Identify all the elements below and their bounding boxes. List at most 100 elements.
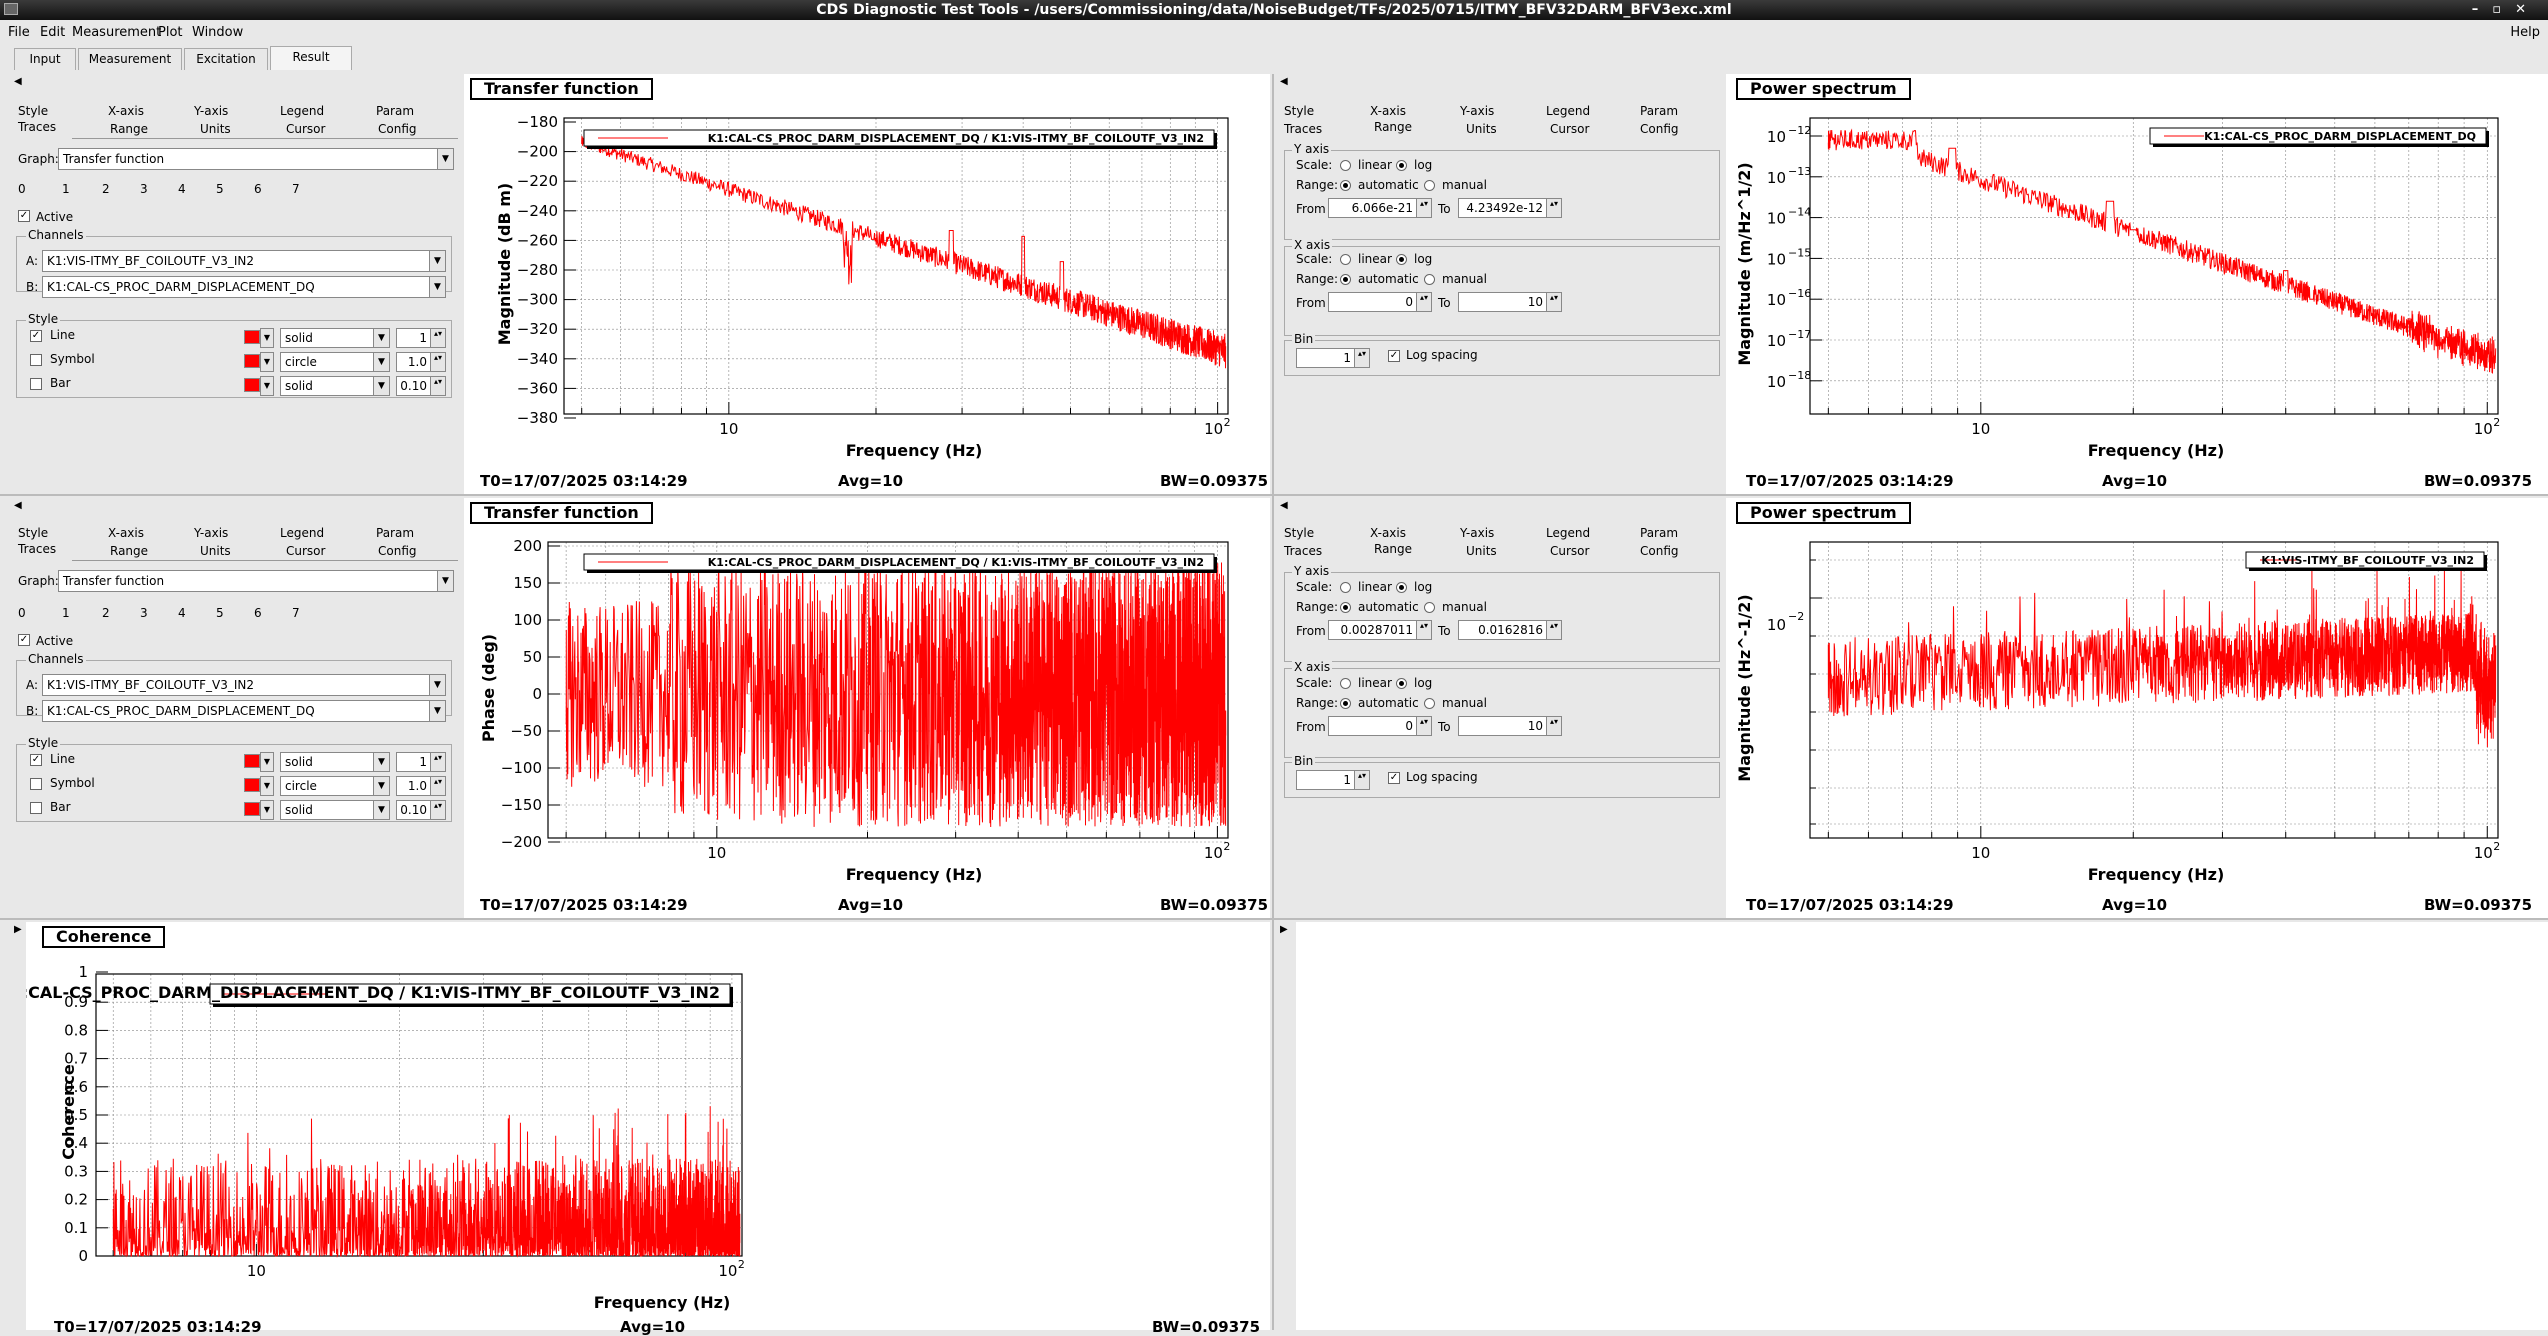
automatic-radio[interactable] (1340, 180, 1351, 191)
power-spectrum-darm-chart[interactable]: 10 −1210 −1310 −1410 −1510 −1610 −1710 −18K1:CA… (1726, 74, 2548, 474)
tab-yaxis[interactable]: Y-axis (1460, 526, 1494, 540)
tab-yaxis[interactable]: Y-axis (194, 104, 228, 118)
tab-range[interactable]: Range (1374, 120, 1412, 134)
bin-input[interactable]: 1 (1296, 770, 1370, 790)
bar-checkbox[interactable] (30, 378, 42, 390)
tab-config[interactable]: Config (1640, 122, 1679, 136)
menu-window[interactable]: Window (192, 25, 243, 40)
line-checkbox[interactable]: ✓ (30, 330, 42, 342)
tab-result[interactable]: Result (270, 46, 352, 70)
bar-width-spin[interactable]: 0.10 (396, 376, 446, 396)
manual-radio[interactable] (1424, 274, 1435, 285)
symbol-style-select[interactable]: circle ▼ (280, 352, 390, 372)
window-menu-icon[interactable] (4, 3, 18, 15)
tab-legend[interactable]: Legend (1546, 526, 1590, 540)
manual-radio[interactable] (1424, 602, 1435, 613)
tab-cursor[interactable]: Cursor (1550, 122, 1589, 136)
channel-b-select[interactable]: K1:CAL-CS_PROC_DARM_DISPLACEMENT_DQ ▼ (42, 276, 446, 298)
tab-traces[interactable]: Traces (18, 542, 56, 556)
tab-style[interactable]: Style (18, 526, 48, 540)
graph-select[interactable]: Transfer function ▼ (58, 148, 454, 170)
tab-legend[interactable]: Legend (1546, 104, 1590, 118)
chevron-down-icon[interactable]: ▼ (260, 328, 274, 348)
graph-select[interactable]: Transfer function ▼ (58, 570, 454, 592)
chevron-down-icon[interactable]: ▼ (260, 376, 274, 396)
trace-tab-6[interactable]: 6 (254, 606, 262, 620)
active-checkbox[interactable]: ✓ (18, 210, 30, 222)
tab-xaxis[interactable]: X-axis (108, 104, 144, 118)
manual-radio[interactable] (1424, 698, 1435, 709)
trace-tab-3[interactable]: 3 (140, 606, 148, 620)
trace-tab-0[interactable]: 0 (18, 182, 26, 196)
chevron-down-icon[interactable]: ▼ (260, 776, 274, 796)
yaxis-from-input[interactable]: 0.00287011 (1328, 620, 1432, 640)
menu-file[interactable]: File (8, 25, 30, 40)
collapse-arrow-icon[interactable]: ◀ (14, 500, 22, 511)
linear-radio[interactable] (1340, 678, 1351, 689)
xaxis-to-input[interactable]: 10 (1458, 716, 1562, 736)
xaxis-to-input[interactable]: 10 (1458, 292, 1562, 312)
tab-units[interactable]: Units (200, 544, 231, 558)
channel-b-select[interactable]: K1:CAL-CS_PROC_DARM_DISPLACEMENT_DQ ▼ (42, 700, 446, 722)
automatic-radio[interactable] (1340, 602, 1351, 613)
automatic-radio[interactable] (1340, 698, 1351, 709)
bin-input[interactable]: 1 (1296, 348, 1370, 368)
bar-color-swatch[interactable] (244, 378, 260, 392)
trace-tab-6[interactable]: 6 (254, 182, 262, 196)
tab-legend[interactable]: Legend (280, 104, 324, 118)
channel-a-select[interactable]: K1:VIS-ITMY_BF_COILOUTF_V3_IN2 ▼ (42, 674, 446, 696)
symbol-style-select[interactable]: circle ▼ (280, 776, 390, 796)
trace-tab-5[interactable]: 5 (216, 182, 224, 196)
line-color-swatch[interactable] (244, 754, 260, 768)
bar-style-select[interactable]: solid ▼ (280, 376, 390, 396)
log-spacing-checkbox[interactable]: ✓ (1388, 350, 1400, 362)
menu-help[interactable]: Help (2510, 25, 2540, 40)
line-style-select[interactable]: solid ▼ (280, 752, 390, 772)
symbol-checkbox[interactable] (30, 778, 42, 790)
bar-checkbox[interactable] (30, 802, 42, 814)
tab-excitation[interactable]: Excitation (184, 48, 268, 70)
window-controls[interactable]: –▫✕ (2472, 0, 2540, 20)
tab-config[interactable]: Config (378, 544, 417, 558)
coherence-chart[interactable]: 10.90.80.70.60.50.40.30.20.10K1:CAL-CS_P… (26, 922, 1270, 1322)
line-width-spin[interactable]: 1 (396, 752, 446, 772)
tab-xaxis[interactable]: X-axis (1370, 526, 1406, 540)
tab-cursor[interactable]: Cursor (1550, 544, 1589, 558)
tab-range[interactable]: Range (110, 544, 148, 558)
tab-config[interactable]: Config (1640, 544, 1679, 558)
tf-phase-chart[interactable]: 200 150 100 50 0 −50 −100 −150 −200 K1:CAL-CS_PRO… (464, 498, 1270, 898)
line-checkbox[interactable]: ✓ (30, 754, 42, 766)
tab-style[interactable]: Style (1284, 104, 1314, 118)
active-checkbox[interactable]: ✓ (18, 634, 30, 646)
collapse-arrow-icon[interactable]: ◀ (14, 76, 22, 87)
trace-tab-2[interactable]: 2 (102, 182, 110, 196)
tab-param[interactable]: Param (1640, 104, 1678, 118)
yaxis-from-input[interactable]: 6.066e-21 (1328, 198, 1432, 218)
line-color-swatch[interactable] (244, 330, 260, 344)
symbol-color-swatch[interactable] (244, 778, 260, 792)
tab-yaxis[interactable]: Y-axis (194, 526, 228, 540)
xaxis-from-input[interactable]: 0 (1328, 716, 1432, 736)
linear-radio[interactable] (1340, 160, 1351, 171)
tab-param[interactable]: Param (1640, 526, 1678, 540)
log-radio[interactable] (1396, 160, 1407, 171)
tab-range[interactable]: Range (110, 122, 148, 136)
log-radio[interactable] (1396, 254, 1407, 265)
symbol-color-swatch[interactable] (244, 354, 260, 368)
tab-traces[interactable]: Traces (1284, 544, 1322, 558)
trace-tab-0[interactable]: 0 (18, 606, 26, 620)
tab-units[interactable]: Units (1466, 544, 1497, 558)
tab-traces[interactable]: Traces (18, 120, 56, 134)
yaxis-to-input[interactable]: 0.0162816 (1458, 620, 1562, 640)
pane-divider[interactable] (0, 494, 2548, 496)
chevron-down-icon[interactable]: ▼ (260, 800, 274, 820)
trace-tab-4[interactable]: 4 (178, 606, 186, 620)
yaxis-to-input[interactable]: 4.23492e-12 (1458, 198, 1562, 218)
collapse-arrow-icon[interactable]: ◀ (1280, 500, 1288, 511)
power-spectrum-vis-chart[interactable]: 10 −2K1:VIS-ITMY_BF_COILOUTF_V3_IN210 10 2F… (1726, 498, 2548, 898)
trace-tab-1[interactable]: 1 (62, 606, 70, 620)
expand-arrow-icon[interactable]: ▶ (1280, 924, 1288, 935)
tab-input[interactable]: Input (14, 48, 76, 70)
collapse-arrow-icon[interactable]: ◀ (1280, 76, 1288, 87)
chevron-down-icon[interactable]: ▼ (260, 352, 274, 372)
